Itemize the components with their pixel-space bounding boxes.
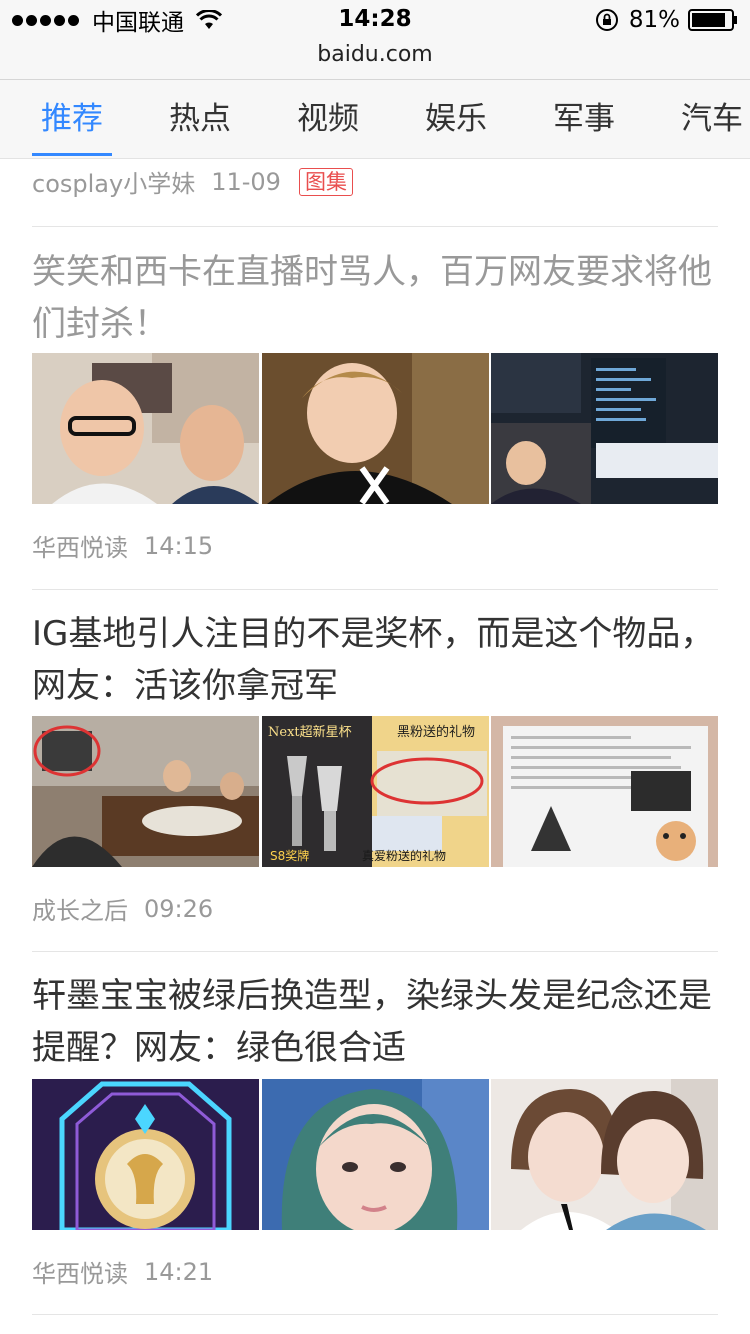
top-item-meta: cosplay小学妹 11-09 图集 [32,164,353,199]
divider [32,589,718,590]
tab-military[interactable]: 军事 [553,80,615,158]
news-thumbnail[interactable] [261,1079,489,1230]
news-thumbnail[interactable] [32,353,259,504]
divider [32,1314,718,1315]
trophy-caption: Next超新星杯 [268,724,352,740]
battery-icon [688,9,737,31]
source-name: 华西悦读 [32,1260,128,1288]
news-images-3[interactable] [32,1079,718,1230]
news-title-2[interactable]: IG基地引人注目的不是奖杯，而是这个物品，网友：活该你拿冠军 [32,608,722,712]
gallery-tag: 图集 [298,167,353,196]
news-meta-3: 华西悦读 14:21 [32,1254,213,1289]
battery-percent: 81% [628,7,680,33]
address-bar[interactable]: baidu.com [0,40,750,80]
rotation-lock-icon [595,9,618,31]
divider [32,951,718,952]
source-name: 成长之后 [32,897,128,925]
news-thumbnail[interactable] [261,353,489,504]
news-images-2[interactable]: Next超新星杯 黑粉送的礼物 S8奖牌 真爱粉送的礼物 [32,716,718,867]
publish-time: 11-09 [211,167,281,196]
news-thumbnail[interactable] [491,1079,718,1230]
gift-caption: 黑粉送的礼物 [397,724,475,740]
news-meta-1: 华西悦读 14:15 [32,528,213,563]
publish-time: 09:26 [144,894,214,923]
active-tab-indicator [32,153,112,156]
source-name: 华西悦读 [32,534,128,562]
news-meta-2: 成长之后 09:26 [32,891,213,926]
news-thumbnail[interactable] [491,716,718,867]
tab-video[interactable]: 视频 [297,80,359,158]
news-thumbnail[interactable] [32,716,259,867]
tab-auto[interactable]: 汽车 [681,80,743,158]
status-bar: 中国联通 14:28 81% [0,0,750,40]
tab-entertainment[interactable]: 娱乐 [425,80,487,158]
url-text: baidu.com [317,42,433,67]
news-images-1[interactable] [32,353,718,504]
tab-recommend[interactable]: 推荐 [41,80,103,158]
news-title-3[interactable]: 轩墨宝宝被绿后换造型，染绿头发是纪念还是提醒？网友：绿色很合适 [32,970,722,1074]
status-right: 81% [595,7,738,33]
publish-time: 14:21 [144,1257,214,1286]
s8-caption: S8奖牌 [270,849,309,863]
news-title-1[interactable]: 笑笑和西卡在直播时骂人，百万网友要求将他们封杀！ [32,246,722,350]
news-thumbnail[interactable] [32,1079,259,1230]
tab-hot[interactable]: 热点 [169,80,231,158]
divider [32,226,718,227]
true-fan-caption: 真爱粉送的礼物 [362,848,446,863]
publish-time: 14:15 [144,531,214,560]
news-thumbnail[interactable] [491,353,718,504]
source-name: cosplay小学妹 [32,170,196,198]
channel-tabs: 推荐 热点 视频 娱乐 军事 汽车 [0,80,750,159]
news-thumbnail[interactable]: Next超新星杯 黑粉送的礼物 S8奖牌 真爱粉送的礼物 [261,716,489,867]
